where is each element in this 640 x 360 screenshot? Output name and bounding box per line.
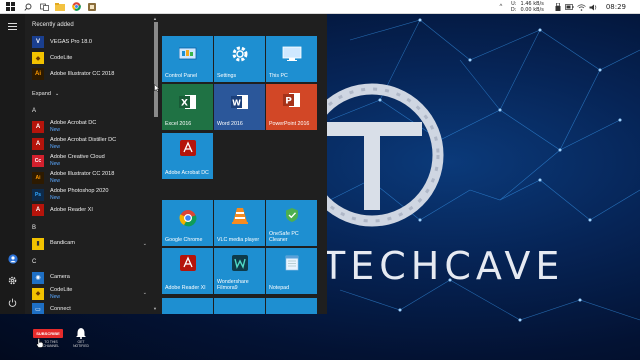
app-icon[interactable]	[84, 0, 100, 14]
codelite-icon: ◆	[32, 52, 44, 64]
powerpoint-icon: P	[266, 89, 317, 111]
network-speed-meter: U: 1.46 kB/s D: 0.00 kB/s	[510, 1, 544, 13]
vlc-icon	[214, 204, 265, 226]
bell-caption: GET NOTIFIED	[73, 340, 89, 348]
list-item[interactable]: A Adobe Acrobat DC New	[29, 118, 151, 135]
illustrator-icon: Ai	[32, 171, 44, 184]
scrollbar-thumb[interactable]	[154, 22, 158, 117]
group-letter-a[interactable]: A	[32, 108, 36, 114]
tile-filmora[interactable]: Wondershare Filmora9	[214, 248, 265, 294]
illustrator-icon: Ai	[32, 68, 44, 80]
wifi-icon[interactable]	[576, 0, 588, 14]
group-letter-c[interactable]: C	[32, 259, 36, 265]
reader-icon: A	[32, 204, 44, 216]
chevron-down-icon[interactable]: ⌄	[143, 241, 147, 247]
tile-partial[interactable]	[266, 298, 317, 314]
this-pc-icon	[266, 43, 317, 65]
expand-button[interactable]: Expand ⌄	[32, 91, 59, 97]
svg-text:W: W	[232, 99, 241, 108]
list-item[interactable]: V VEGAS Pro 18.0	[29, 34, 151, 50]
tile-powerpoint[interactable]: P PowerPoint 2016	[266, 84, 317, 130]
acrobat-distiller-icon: A	[32, 137, 44, 150]
excel-icon: X	[162, 91, 213, 113]
start-rail	[0, 14, 25, 314]
volume-icon[interactable]	[588, 0, 600, 14]
app-list: Recently added V VEGAS Pro 18.0 ◆ CodeLi…	[25, 14, 153, 314]
chrome-icon[interactable]	[68, 0, 84, 14]
start-menu: Recently added V VEGAS Pro 18.0 ◆ CodeLi…	[0, 14, 327, 314]
chevron-down-icon[interactable]: ⌄	[143, 290, 147, 296]
list-item[interactable]: ▮ Bandicam ⌄	[29, 236, 151, 251]
chevron-up-icon[interactable]: ^	[495, 0, 507, 14]
vegas-icon: V	[32, 36, 44, 48]
bandicam-icon: ▮	[32, 237, 44, 250]
user-account-icon[interactable]	[4, 250, 21, 267]
windows-logo-icon	[5, 2, 15, 11]
task-view-icon[interactable]	[36, 0, 52, 14]
photoshop-icon: Ps	[32, 188, 44, 201]
connect-icon: ▭	[32, 303, 44, 314]
svg-text:X: X	[181, 99, 188, 109]
camera-icon: ◉	[32, 271, 44, 284]
usb-icon[interactable]	[552, 0, 564, 14]
chrome-icon	[162, 207, 213, 229]
settings-gear-icon[interactable]	[4, 272, 21, 289]
codelite-icon: ◆	[32, 287, 44, 300]
tile-google-chrome[interactable]: Google Chrome	[162, 200, 213, 246]
bell-icon[interactable]	[75, 327, 87, 339]
tile-notepad[interactable]: Notepad	[266, 248, 317, 294]
tile-control-panel[interactable]: Control Panel	[162, 36, 213, 82]
subscribe-caption: TO THIS CHANNEL	[42, 340, 60, 348]
clock[interactable]: 08:29	[606, 3, 626, 11]
control-panel-icon	[162, 43, 213, 65]
tile-partial[interactable]	[162, 298, 213, 314]
list-item[interactable]: Ps Adobe Photoshop 2020 New	[29, 186, 151, 203]
svg-text:P: P	[285, 97, 292, 107]
list-item[interactable]: A Adobe Acrobat Distiller DC New	[29, 135, 151, 152]
list-item[interactable]: ▭ Connect	[29, 303, 151, 314]
acrobat-icon	[162, 137, 213, 159]
tile-word[interactable]: W Word 2016	[214, 84, 265, 130]
onesafe-icon	[266, 204, 317, 226]
recently-added-heading: Recently added	[32, 22, 74, 28]
settings-gear-icon	[214, 43, 265, 65]
app-list-scrollbar[interactable]: ▲ ▼	[153, 16, 159, 312]
acrobat-icon: A	[32, 120, 44, 133]
list-item[interactable]: Cc Adobe Creative Cloud New	[29, 152, 151, 169]
reader-icon	[162, 252, 213, 274]
group-letter-b[interactable]: B	[32, 225, 36, 231]
tile-onesafe[interactable]: OneSafe PC Cleaner	[266, 200, 317, 246]
creative-cloud-icon: Cc	[32, 154, 44, 167]
techcave-brand-text: TECHCAVE	[322, 244, 565, 288]
list-item[interactable]: ◆ CodeLite New ⌄	[29, 285, 151, 302]
tile-settings[interactable]: Settings	[214, 36, 265, 82]
filmora-icon	[214, 252, 265, 274]
scroll-up-icon[interactable]: ▲	[153, 16, 157, 21]
subscribe-button[interactable]: SUBSCRIBE	[33, 329, 63, 338]
notepad-icon	[266, 252, 317, 274]
mouse-pointer-icon	[154, 84, 160, 92]
scroll-down-icon[interactable]: ▼	[153, 306, 157, 311]
list-item[interactable]: A Adobe Reader XI	[29, 203, 151, 217]
power-icon[interactable]	[4, 294, 21, 311]
hamburger-menu-icon[interactable]	[4, 18, 21, 35]
chevron-down-icon: ⌄	[54, 91, 60, 97]
list-item[interactable]: ◉ Camera	[29, 270, 151, 285]
search-icon[interactable]	[20, 0, 36, 14]
taskbar: ^ U: 1.46 kB/s D: 0.00 kB/s 08:29	[0, 0, 640, 14]
list-item[interactable]: Ai Adobe Illustrator CC 2018 New	[29, 169, 151, 186]
tile-this-pc[interactable]: This PC	[266, 36, 317, 82]
list-item[interactable]: ◆ CodeLite	[29, 50, 151, 66]
file-explorer-icon[interactable]	[52, 0, 68, 14]
word-icon: W	[214, 91, 265, 113]
tile-vlc[interactable]: VLC media player	[214, 200, 265, 246]
tile-partial[interactable]	[214, 298, 265, 314]
tile-adobe-reader[interactable]: Adobe Reader XI	[162, 248, 213, 294]
hand-cursor-icon	[36, 338, 44, 348]
battery-icon[interactable]	[564, 0, 576, 14]
tile-excel[interactable]: X Excel 2016	[162, 84, 213, 130]
tile-adobe-acrobat[interactable]: Adobe Acrobat DC	[162, 133, 213, 179]
list-item[interactable]: Ai Adobe Illustrator CC 2018	[29, 66, 151, 82]
start-button[interactable]	[0, 0, 20, 14]
